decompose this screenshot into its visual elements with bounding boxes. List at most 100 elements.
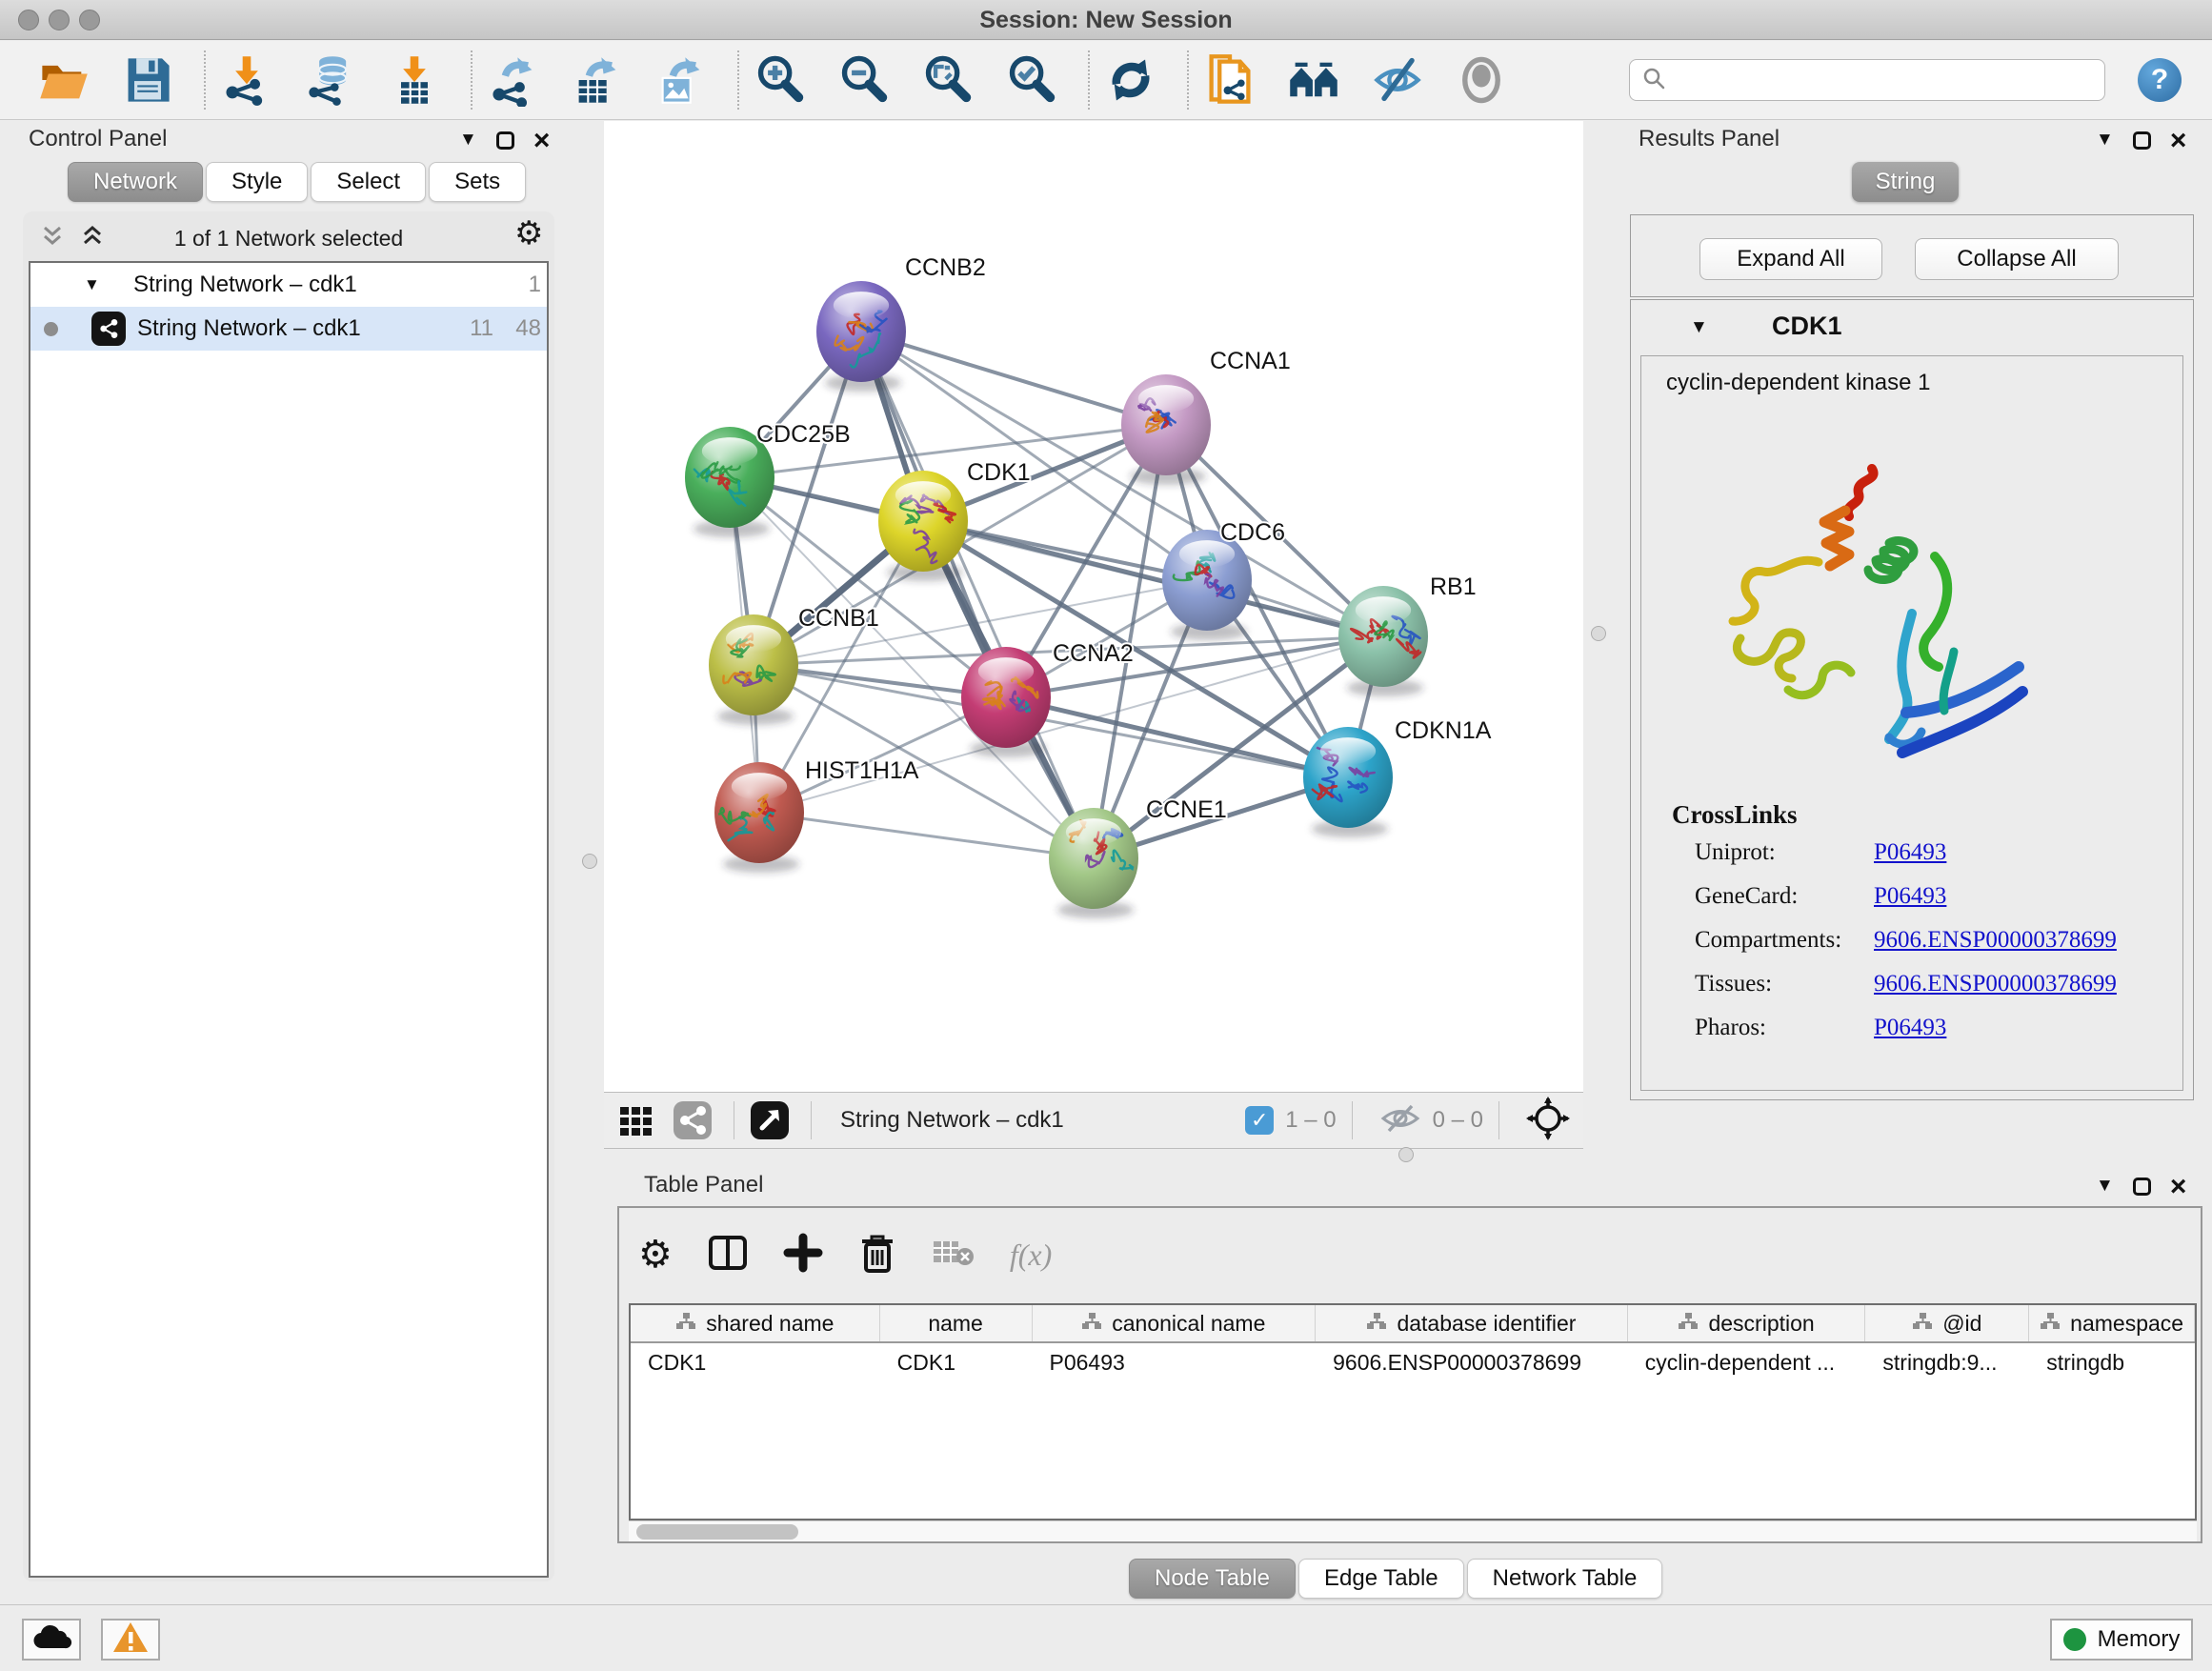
delete-column-trash-icon[interactable]	[857, 1231, 897, 1279]
new-network-from-selection-button[interactable]	[1202, 50, 1257, 110]
show-all-button[interactable]	[1454, 50, 1509, 110]
header-cell-name[interactable]: name	[880, 1305, 1033, 1341]
tab-style[interactable]: Style	[206, 162, 308, 202]
export-table-button[interactable]	[570, 50, 625, 110]
crosslink-link[interactable]: P06493	[1874, 1015, 1946, 1040]
hide-selected-button[interactable]	[1370, 50, 1425, 110]
birds-eye-view-icon[interactable]	[750, 1100, 790, 1140]
help-button[interactable]: ?	[2138, 58, 2182, 102]
panel-close-icon[interactable]: ×	[2170, 1178, 2187, 1196]
node-section-header[interactable]: ▼ CDK1	[1631, 300, 2193, 353]
import-table-button[interactable]	[387, 50, 442, 110]
network-node-CCNB2[interactable]	[816, 281, 906, 392]
toolbar-divider	[811, 1101, 812, 1139]
header-cell-canonical-name[interactable]: canonical name	[1033, 1305, 1317, 1341]
header-cell-@id[interactable]: @id	[1865, 1305, 2029, 1341]
network-node-CCNA1[interactable]	[1121, 374, 1211, 485]
expand-all-button[interactable]: Expand All	[1699, 238, 1882, 280]
shared-column-icon	[1366, 1311, 1387, 1337]
selected-checkbox-icon[interactable]: ✓	[1245, 1106, 1274, 1135]
network-node-count: 11	[448, 315, 493, 342]
panel-collapse-icon[interactable]: ▼	[459, 130, 477, 151]
crosslink-link[interactable]: 9606.ENSP00000378699	[1874, 927, 2117, 953]
header-cell-database-identifier[interactable]: database identifier	[1316, 1305, 1628, 1341]
collapse-all-button[interactable]: Collapse All	[1915, 238, 2119, 280]
table-cell[interactable]: 9606.ENSP00000378699	[1316, 1343, 1628, 1381]
status-bar: Memory	[0, 1604, 2212, 1671]
tab-edge-table[interactable]: Edge Table	[1298, 1559, 1464, 1599]
panel-float-icon[interactable]	[2133, 1178, 2151, 1196]
left-splitter-handle[interactable]	[582, 854, 597, 869]
crosslink-link[interactable]: P06493	[1874, 883, 1946, 909]
add-column-icon[interactable]	[783, 1233, 823, 1278]
table-cell[interactable]: P06493	[1032, 1343, 1316, 1381]
open-session-button[interactable]	[36, 50, 91, 110]
zoom-out-button[interactable]	[836, 50, 892, 110]
table-cell[interactable]: cyclin-dependent ...	[1628, 1343, 1866, 1381]
zoom-fit-button[interactable]	[920, 50, 975, 110]
panel-float-icon[interactable]	[496, 131, 514, 150]
network-options-gear-icon[interactable]: ⚙	[514, 217, 543, 250]
tab-sets[interactable]: Sets	[429, 162, 526, 202]
table-horizontal-scrollbar[interactable]	[629, 1520, 2197, 1541]
table-cell[interactable]: CDK1	[631, 1343, 880, 1381]
export-image-button[interactable]	[654, 50, 709, 110]
save-session-button[interactable]	[120, 50, 175, 110]
share-network-icon[interactable]	[673, 1100, 713, 1140]
first-neighbors-button[interactable]	[1286, 50, 1341, 110]
zoom-selected-button[interactable]	[1004, 50, 1059, 110]
crosslink-link[interactable]: 9606.ENSP00000378699	[1874, 971, 2117, 997]
warnings-button[interactable]	[101, 1619, 160, 1661]
scrollbar-thumb[interactable]	[636, 1524, 798, 1540]
zoom-in-button[interactable]	[753, 50, 808, 110]
panel-close-icon[interactable]: ×	[533, 131, 551, 150]
table-cell[interactable]: stringdb	[2029, 1343, 2195, 1381]
import-database-button[interactable]	[303, 50, 358, 110]
toolbar-separator	[1187, 50, 1189, 110]
table-panel-controls: ▼ ×	[2096, 1176, 2186, 1197]
network-canvas[interactable]: CCNB2CCNA1CDC25BCDK1CDC6RB1CCNB1CCNA2CDK…	[604, 121, 1583, 1092]
tab-node-table[interactable]: Node Table	[1129, 1559, 1296, 1599]
show-columns-icon[interactable]	[707, 1232, 749, 1278]
network-node-CCNB1[interactable]	[709, 614, 798, 725]
network-node-CDKN1A[interactable]	[1303, 727, 1393, 837]
right-splitter-handle[interactable]	[1591, 626, 1606, 641]
header-cell-shared-name[interactable]: shared name	[631, 1305, 880, 1341]
table-cell[interactable]: stringdb:9...	[1865, 1343, 2029, 1381]
table-cell[interactable]: CDK1	[880, 1343, 1033, 1381]
panel-float-icon[interactable]	[2133, 131, 2151, 150]
network-node-CCNE1[interactable]	[1049, 808, 1138, 918]
search-box[interactable]	[1629, 59, 2105, 101]
tab-select[interactable]: Select	[311, 162, 426, 202]
shared-column-icon	[1912, 1311, 1933, 1337]
network-collection-row[interactable]: ▼ String Network – cdk1 1	[30, 263, 547, 307]
memory-button[interactable]: Memory	[2050, 1619, 2193, 1661]
tab-network-table[interactable]: Network Table	[1467, 1559, 1663, 1599]
network-row[interactable]: String Network – cdk1 11 48	[30, 307, 547, 351]
table-settings-gear-icon[interactable]: ⚙	[638, 1236, 673, 1274]
refresh-button[interactable]	[1103, 50, 1158, 110]
section-expander-icon[interactable]: ▼	[1690, 317, 1708, 338]
fit-content-crosshair-icon[interactable]	[1526, 1097, 1570, 1145]
table-row[interactable]: CDK1CDK1P064939606.ENSP00000378699cyclin…	[631, 1343, 2195, 1381]
hidden-eye-icon[interactable]	[1379, 1102, 1421, 1139]
control-panel-title: Control Panel	[29, 126, 167, 152]
crosslink-link[interactable]: P06493	[1874, 839, 1946, 865]
panel-collapse-icon[interactable]: ▼	[2096, 1176, 2114, 1197]
grid-view-icon[interactable]	[617, 1101, 655, 1139]
import-network-button[interactable]	[219, 50, 274, 110]
panel-close-icon[interactable]: ×	[2170, 131, 2187, 150]
panel-collapse-icon[interactable]: ▼	[2096, 130, 2114, 151]
network-node-HIST1H1A[interactable]	[714, 762, 804, 873]
network-node-RB1[interactable]	[1338, 586, 1428, 696]
export-network-button[interactable]	[486, 50, 541, 110]
search-input[interactable]	[1666, 68, 2076, 92]
collection-expander-icon[interactable]: ▼	[84, 275, 100, 294]
crosslink-label: GeneCard:	[1695, 883, 1874, 910]
tab-string[interactable]: String	[1852, 162, 1959, 202]
cloud-status-button[interactable]	[22, 1619, 81, 1661]
header-cell-description[interactable]: description	[1628, 1305, 1866, 1341]
tab-network[interactable]: Network	[68, 162, 203, 202]
bottom-splitter-handle[interactable]	[1398, 1147, 1414, 1162]
header-cell-namespace[interactable]: namespace	[2029, 1305, 2195, 1341]
